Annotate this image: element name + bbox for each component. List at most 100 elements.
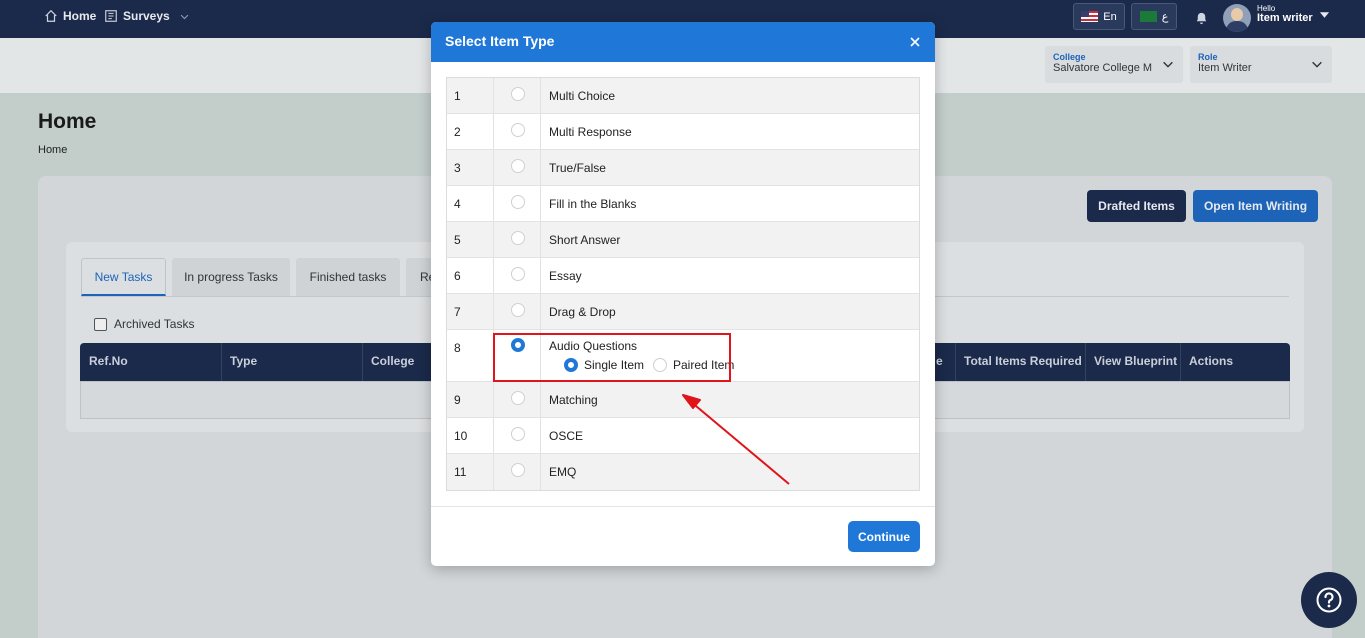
drafted-items-button[interactable]: Drafted Items (1087, 190, 1186, 222)
item-number: 11 (447, 454, 494, 490)
modal-title: Select Item Type (445, 33, 555, 49)
nav-home-label: Home (63, 9, 97, 23)
item-type-radio-fill-blanks[interactable] (511, 195, 525, 209)
us-flag-icon (1081, 11, 1099, 22)
college-value: Salvatore College M (1053, 62, 1153, 74)
continue-button[interactable]: Continue (848, 521, 920, 552)
item-type-label: OSCE (549, 429, 584, 443)
table-row[interactable]: 6 Essay (447, 258, 919, 294)
lang-english-button[interactable]: En (1073, 3, 1125, 30)
col-ref-no[interactable]: Ref.No (89, 354, 128, 368)
item-type-label: True/False (549, 161, 606, 175)
col-divider (1180, 343, 1181, 381)
table-row[interactable]: 11 EMQ (447, 454, 919, 490)
modal-header: Select Item Type (431, 22, 935, 62)
bell-icon[interactable] (1194, 10, 1209, 25)
item-type-label: Essay (549, 269, 582, 283)
close-icon[interactable] (908, 35, 922, 49)
table-row[interactable]: 1 Multi Choice (447, 78, 919, 114)
chevron-down-icon (1163, 61, 1173, 68)
item-type-label: EMQ (549, 465, 577, 479)
item-type-table: 1 Multi Choice 2 Multi Response 3 True/F… (446, 77, 920, 491)
question-icon (1316, 587, 1342, 613)
user-name: Item writer (1257, 12, 1313, 25)
page-title: Home (38, 110, 97, 133)
chevron-down-icon (1312, 61, 1322, 68)
item-type-radio-essay[interactable] (511, 267, 525, 281)
table-row[interactable]: 2 Multi Response (447, 114, 919, 150)
tab-finished-tasks[interactable]: Finished tasks (296, 258, 400, 296)
lang-arabic-button[interactable]: ع (1131, 3, 1177, 30)
item-type-radio-drag-drop[interactable] (511, 303, 525, 317)
user-greeting: Hello Item writer (1257, 4, 1313, 25)
col-divider (955, 343, 956, 381)
item-type-radio-matching[interactable] (511, 391, 525, 405)
nav-home[interactable]: Home (44, 9, 96, 23)
item-number: 2 (447, 114, 494, 149)
item-number: 7 (447, 294, 494, 329)
open-item-writing-button[interactable]: Open Item Writing (1193, 190, 1318, 222)
item-type-label: Matching (549, 393, 598, 407)
col-divider (1085, 343, 1086, 381)
breadcrumb[interactable]: Home (38, 144, 67, 156)
role-label: Role (1198, 52, 1218, 62)
tab-new-tasks[interactable]: New Tasks (81, 258, 166, 296)
lang-arabic-label: ع (1161, 11, 1169, 23)
highlight-box (493, 333, 731, 382)
table-row[interactable]: 4 Fill in the Blanks (447, 186, 919, 222)
col-college[interactable]: College (371, 354, 414, 368)
col-view-blueprint[interactable]: View Blueprint (1094, 354, 1177, 368)
col-actions[interactable]: Actions (1189, 354, 1233, 368)
archived-tasks-checkbox[interactable]: Archived Tasks (94, 317, 194, 331)
item-type-label: Fill in the Blanks (549, 197, 637, 211)
tab-in-progress-tasks[interactable]: In progress Tasks (172, 258, 290, 296)
lang-english-label: En (1103, 10, 1117, 23)
select-item-type-modal: Select Item Type 1 Multi Choice 2 Multi … (431, 22, 935, 566)
item-number: 8 (447, 330, 494, 381)
tab-partial[interactable]: Re (406, 258, 435, 296)
col-type[interactable]: Type (230, 354, 257, 368)
avatar[interactable] (1223, 4, 1251, 32)
item-type-radio-true-false[interactable] (511, 159, 525, 173)
table-row[interactable]: 9 Matching (447, 382, 919, 418)
item-type-radio-multi-choice[interactable] (511, 87, 525, 101)
college-select[interactable]: College Salvatore College M (1045, 46, 1183, 83)
item-number: 4 (447, 186, 494, 221)
item-number: 1 (447, 78, 494, 113)
user-menu-chevron-icon[interactable] (1319, 11, 1330, 19)
item-type-label: Multi Choice (549, 89, 616, 103)
saudi-flag-icon (1139, 11, 1157, 22)
col-total-items-required[interactable]: Total Items Required (964, 354, 1082, 368)
item-number: 9 (447, 382, 494, 417)
table-row[interactable]: 5 Short Answer (447, 222, 919, 258)
role-select[interactable]: Role Item Writer (1190, 46, 1332, 83)
nav-surveys[interactable]: Surveys (104, 9, 190, 23)
table-row[interactable]: 7 Drag & Drop (447, 294, 919, 330)
item-number: 5 (447, 222, 494, 257)
item-number: 10 (447, 418, 494, 453)
col-partial[interactable]: e (936, 354, 943, 368)
home-icon (45, 9, 57, 22)
item-number: 6 (447, 258, 494, 293)
item-type-label: Drag & Drop (549, 305, 616, 319)
survey-icon (105, 10, 117, 22)
item-type-radio-multi-response[interactable] (511, 123, 525, 137)
item-type-radio-short-answer[interactable] (511, 231, 525, 245)
item-type-label: Short Answer (549, 233, 621, 247)
help-button[interactable] (1301, 572, 1357, 628)
table-row[interactable]: 3 True/False (447, 150, 919, 186)
item-number: 3 (447, 150, 494, 185)
item-type-radio-emq[interactable] (511, 463, 525, 477)
item-type-radio-osce[interactable] (511, 427, 525, 441)
col-divider (221, 343, 222, 381)
checkbox-box[interactable] (94, 317, 107, 331)
chevron-down-icon (180, 14, 189, 19)
archived-tasks-label: Archived Tasks (114, 317, 195, 331)
modal-footer-divider (431, 506, 935, 507)
role-value: Item Writer (1198, 62, 1252, 74)
college-label: College (1053, 52, 1086, 62)
col-divider (362, 343, 363, 381)
nav-surveys-label: Surveys (123, 9, 170, 23)
table-row[interactable]: 10 OSCE (447, 418, 919, 454)
item-type-label: Multi Response (549, 125, 632, 139)
